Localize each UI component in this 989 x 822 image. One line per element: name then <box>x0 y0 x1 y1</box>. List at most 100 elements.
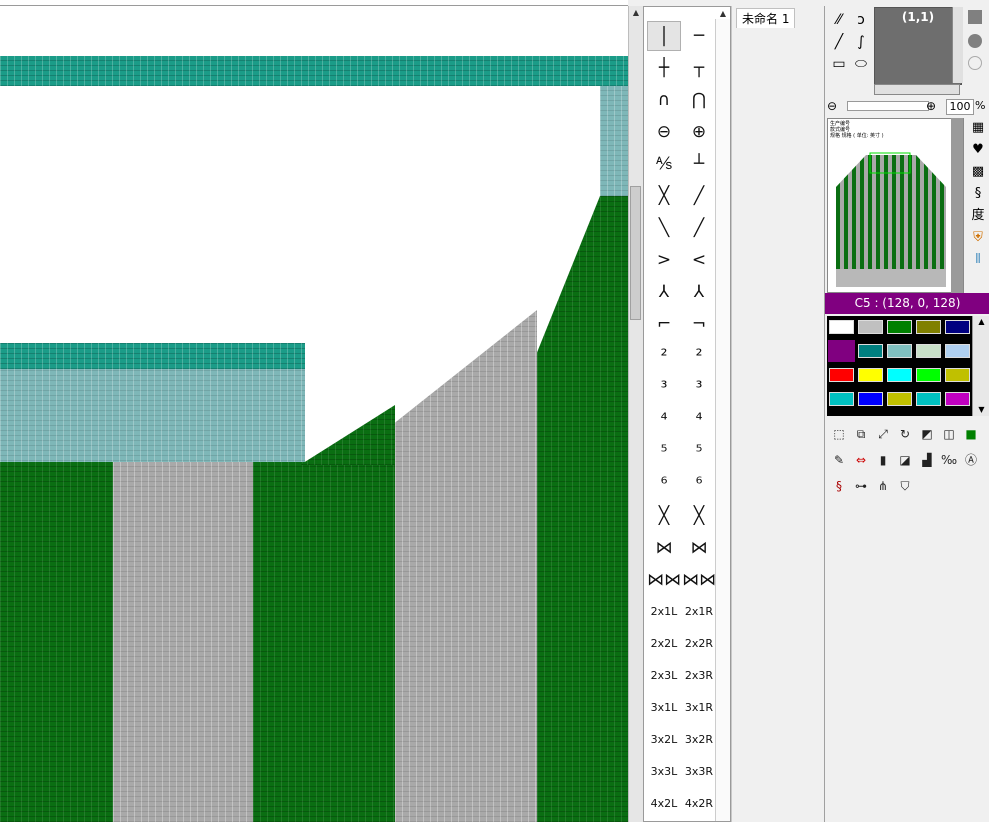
stitch-cable-1-1[interactable]: 2x2R <box>682 629 716 659</box>
stitch-symbol-0-0[interactable]: │ <box>647 21 681 51</box>
color-swatch-4[interactable] <box>945 320 970 334</box>
stitch-symbol-15-1[interactable]: ╳ <box>682 501 716 531</box>
bar-chart-icon[interactable]: ▮ <box>873 450 893 470</box>
shield-icon[interactable]: ⛨ <box>968 228 988 248</box>
palette-scrollbar[interactable]: ▲ ▼ <box>972 316 989 416</box>
stitch-symbol-13-1[interactable]: ⁵ <box>682 437 716 467</box>
zoom-slider[interactable] <box>847 101 929 111</box>
green-square-icon[interactable]: ■ <box>961 424 981 444</box>
link-icon[interactable]: ⇔ <box>851 450 871 470</box>
color-swatch-15[interactable] <box>829 392 854 406</box>
stitch-symbol-5-0[interactable]: ╳ <box>647 181 681 211</box>
color-swatch-16[interactable] <box>858 392 883 406</box>
curve-tool-icon[interactable]: ∫ <box>851 32 871 52</box>
rectangle-tool-icon[interactable]: ▭ <box>829 54 849 74</box>
color-swatch-12[interactable] <box>887 368 912 382</box>
tab-untitled-1[interactable]: 未命名 1 <box>736 8 796 28</box>
color-swatch-0[interactable] <box>829 320 854 334</box>
stitch-symbol-7-0[interactable]: > <box>647 245 681 275</box>
stitch-symbol-11-1[interactable]: ³ <box>682 373 716 403</box>
stitch-cable-0-1[interactable]: 2x1R <box>682 597 716 627</box>
color-swatch-1[interactable] <box>858 320 883 334</box>
stitch-symbol-10-0[interactable]: ² <box>647 341 681 371</box>
text-tool-icon[interactable]: Ⓐ <box>961 450 981 470</box>
stitch-symbol-4-1[interactable]: ┴ <box>682 149 716 179</box>
circle-outline-icon[interactable] <box>968 56 982 70</box>
stitch-cable-3-1[interactable]: 3x1R <box>682 693 716 723</box>
hook-tool-icon[interactable]: § <box>968 184 988 204</box>
percent-icon[interactable]: ‰ <box>939 450 959 470</box>
stitch-cable-6-0[interactable]: 4x2L <box>647 789 681 819</box>
bars-icon[interactable]: ⫴ <box>968 250 988 270</box>
scroll-thumb[interactable] <box>630 186 641 320</box>
stitch-symbol-0-1[interactable]: ─ <box>682 21 716 51</box>
garment-icon[interactable]: ⛉ <box>895 476 915 496</box>
canvas-vertical-scrollbar[interactable]: ▲ <box>628 6 643 822</box>
preview-horizontal-scrollbar[interactable] <box>874 84 960 95</box>
stitch-symbol-17-1[interactable]: ⋈⋈ <box>682 565 716 595</box>
stitch-symbol-5-1[interactable]: ╱ <box>682 181 716 211</box>
diagonal-fill-icon[interactable]: ◪ <box>895 450 915 470</box>
zoom-out-icon[interactable]: ⊖ <box>827 99 837 113</box>
stitch-symbol-1-1[interactable]: ┬ <box>682 53 716 83</box>
color-swatch-8[interactable] <box>916 344 941 358</box>
stitch-symbol-10-1[interactable]: ² <box>682 341 716 371</box>
color-swatch-5[interactable] <box>828 340 855 362</box>
stitch-symbol-4-0[interactable]: ⅍ <box>647 149 681 179</box>
stitch-symbol-6-1[interactable]: ╱ <box>682 213 716 243</box>
stitch-symbol-16-1[interactable]: ⋈ <box>682 533 716 563</box>
knit-canvas[interactable] <box>0 0 628 822</box>
frame-icon[interactable]: ◫ <box>939 424 959 444</box>
grid-view-icon[interactable]: ▦ <box>968 118 988 138</box>
mirror-icon[interactable]: ◩ <box>917 424 937 444</box>
stitch-cable-4-1[interactable]: 3x2R <box>682 725 716 755</box>
stitch-symbol-2-1[interactable]: ⋂ <box>682 85 716 115</box>
color-swatch-18[interactable] <box>916 392 941 406</box>
stitch-symbol-12-0[interactable]: ⁴ <box>647 405 681 435</box>
ellipse-tool-icon[interactable]: ⬭ <box>851 54 871 74</box>
stitch-symbol-8-0[interactable]: ⅄ <box>647 277 681 307</box>
stitch-symbol-16-0[interactable]: ⋈ <box>647 533 681 563</box>
stitch-symbol-15-0[interactable]: ╳ <box>647 501 681 531</box>
color-swatch-11[interactable] <box>858 368 883 382</box>
select-rect-icon[interactable]: ⬚ <box>829 424 849 444</box>
circle-filled-icon[interactable] <box>968 34 982 48</box>
stitch-cable-4-0[interactable]: 3x2L <box>647 725 681 755</box>
tree-icon[interactable]: ⋔ <box>873 476 893 496</box>
heart-stitch-icon[interactable]: ♥ <box>968 140 988 160</box>
minimap-scrollbar[interactable] <box>951 118 963 293</box>
stitch-cable-1-0[interactable]: 2x2L <box>647 629 681 659</box>
stitch-cable-6-1[interactable]: 4x2R <box>682 789 716 819</box>
stitch-symbol-1-0[interactable]: ┼ <box>647 53 681 83</box>
wrench-icon[interactable]: ✎ <box>829 450 849 470</box>
stitch-symbol-9-0[interactable]: ⌐ <box>647 309 681 339</box>
copy-rect-icon[interactable]: ⧉ <box>851 424 871 444</box>
stitch-symbol-3-1[interactable]: ⊕ <box>682 117 716 147</box>
stitch-symbol-7-1[interactable]: < <box>682 245 716 275</box>
square-shape-icon[interactable] <box>968 10 982 24</box>
level-icon[interactable]: ▟ <box>917 450 937 470</box>
stitch-cable-0-0[interactable]: 2x1L <box>647 597 681 627</box>
stitch-symbol-9-1[interactable]: ¬ <box>682 309 716 339</box>
color-swatch-2[interactable] <box>887 320 912 334</box>
stitch-symbol-12-1[interactable]: ⁴ <box>682 405 716 435</box>
line-tool-icon[interactable]: ╱ <box>829 32 849 52</box>
palette-down-arrow-icon[interactable]: ▼ <box>973 404 989 416</box>
stitch-symbol-3-0[interactable]: ⊖ <box>647 117 681 147</box>
stitch-symbol-2-0[interactable]: ∩ <box>647 85 681 115</box>
flow-icon[interactable]: ⊶ <box>851 476 871 496</box>
stitch-symbol-14-0[interactable]: ⁶ <box>647 469 681 499</box>
color-swatch-17[interactable] <box>887 392 912 406</box>
stitch-cable-5-1[interactable]: 3x3R <box>682 757 716 787</box>
stitch-symbol-11-0[interactable]: ³ <box>647 373 681 403</box>
color-swatch-9[interactable] <box>945 344 970 358</box>
stitch-symbol-6-0[interactable]: ╲ <box>647 213 681 243</box>
table-grid-icon[interactable]: ▩ <box>968 162 988 182</box>
color-swatch-14[interactable] <box>945 368 970 382</box>
stitch-symbol-13-0[interactable]: ⁵ <box>647 437 681 467</box>
lasso-icon[interactable]: ↄ <box>851 10 871 30</box>
degree-tool[interactable]: 度 <box>968 206 988 226</box>
color-swatch-13[interactable] <box>916 368 941 382</box>
palette-up-arrow-icon[interactable]: ▲ <box>973 316 989 328</box>
pattern-brush-icon[interactable]: ⁄⁄ <box>829 10 849 30</box>
